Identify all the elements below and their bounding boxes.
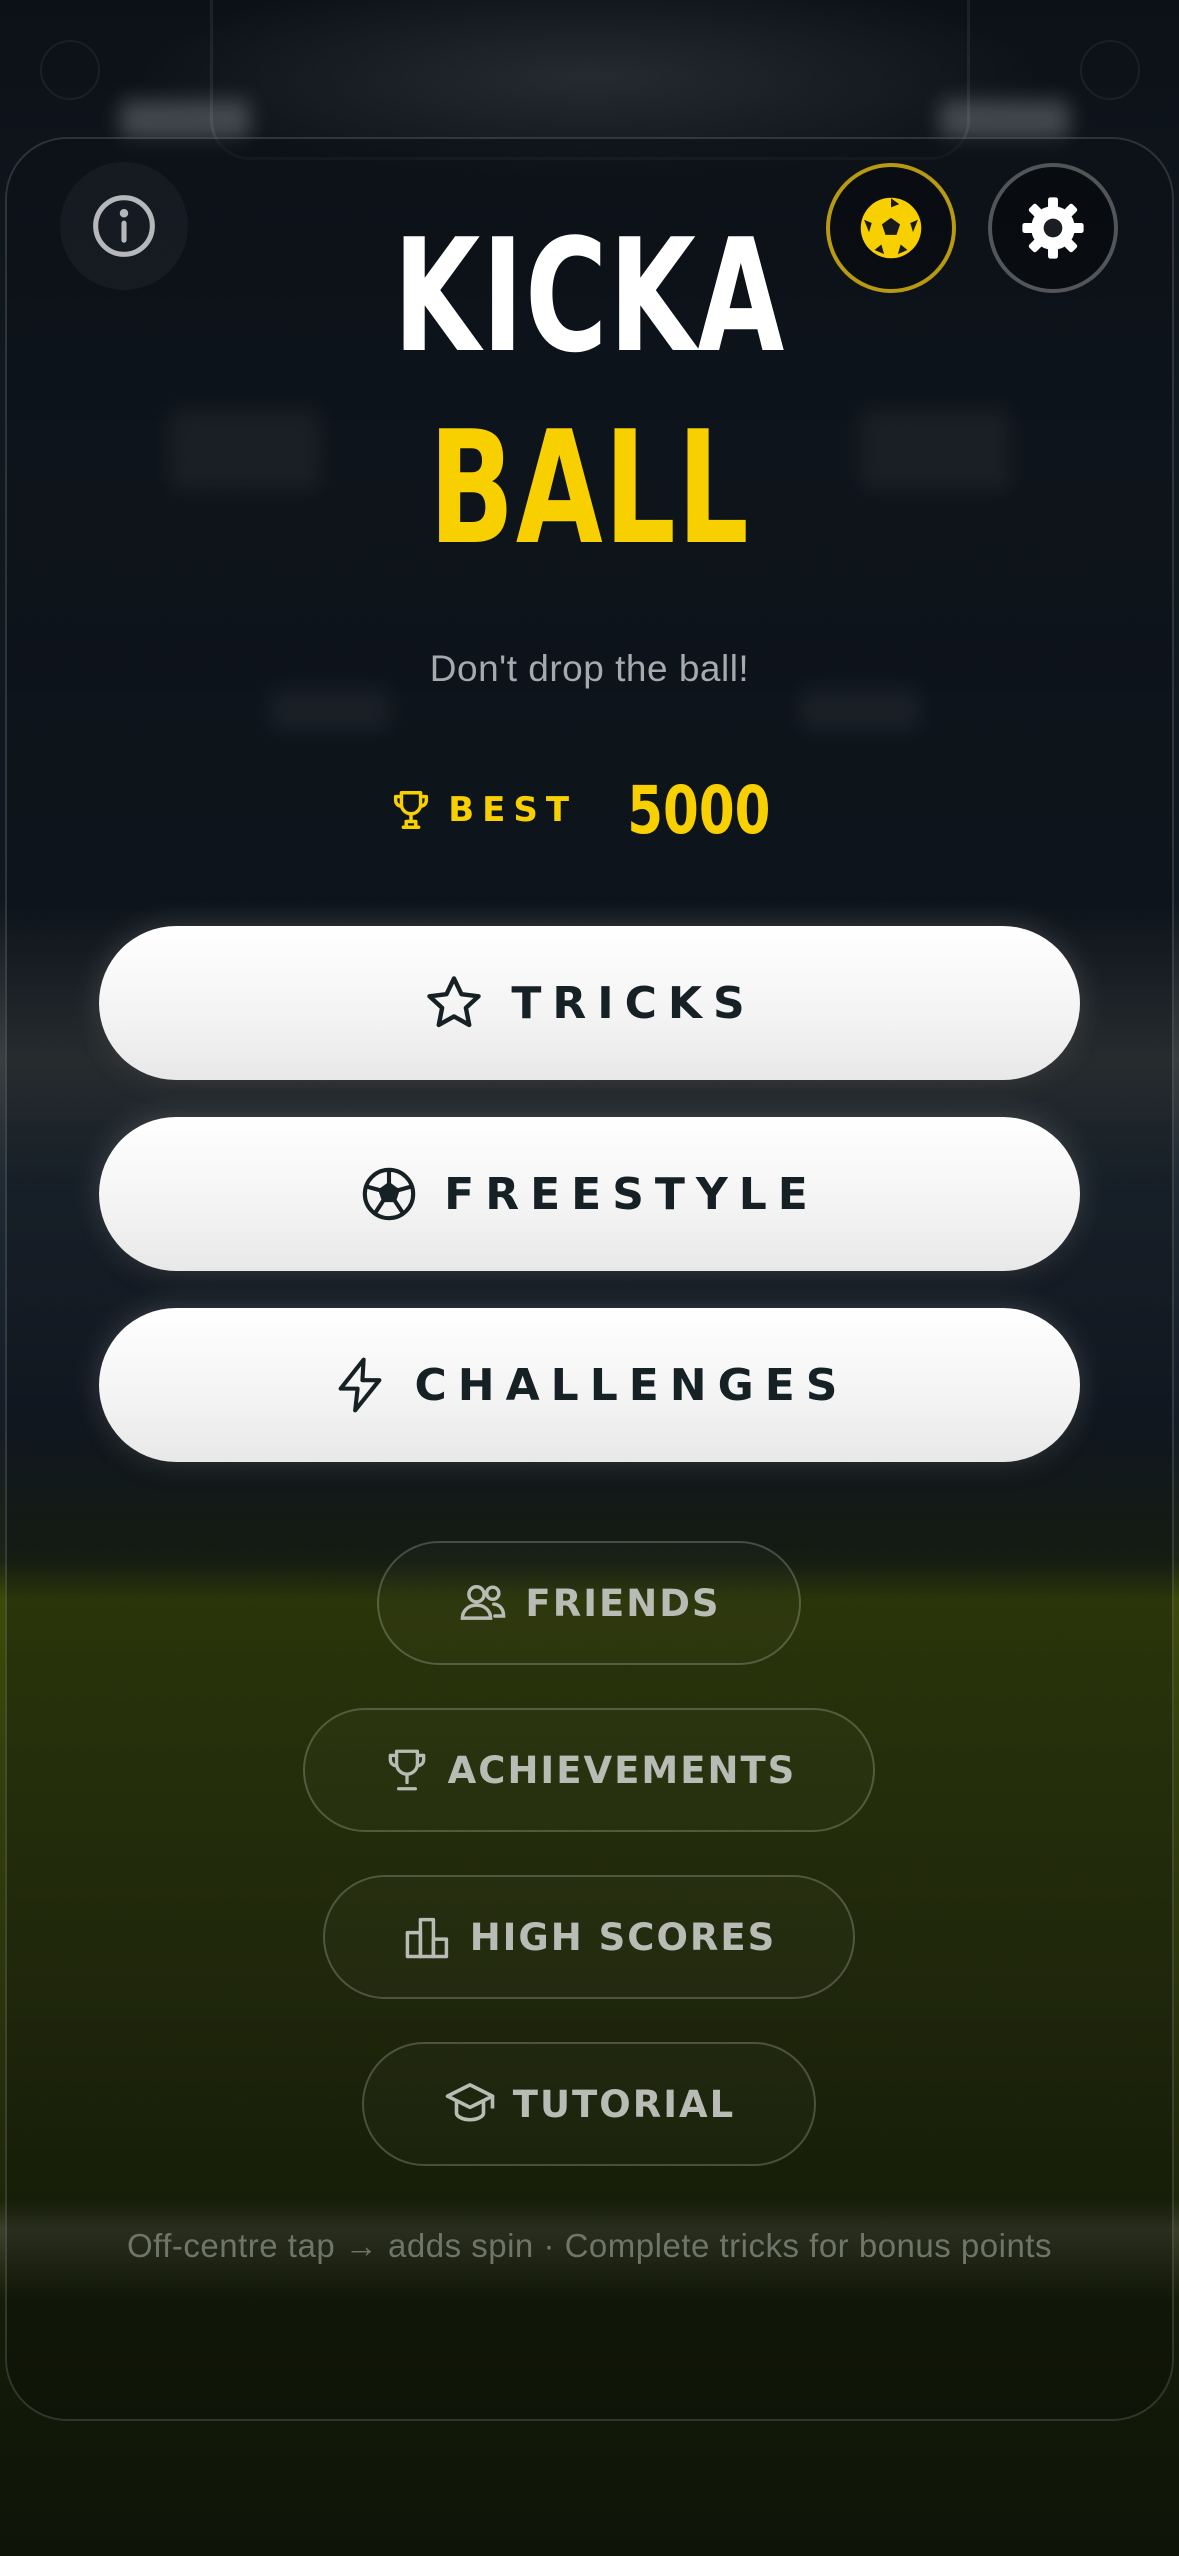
best-score-value: 5000 xyxy=(627,771,771,849)
game-title-line1: KICKA xyxy=(393,205,786,387)
friends-button[interactable]: FRIENDS xyxy=(377,1541,801,1665)
stadium-roof-ring xyxy=(40,40,100,100)
trophy-icon xyxy=(394,791,429,829)
freestyle-button[interactable]: FREESTYLE xyxy=(99,1117,1080,1271)
soccer-ball-icon xyxy=(362,1167,416,1221)
achievements-button[interactable]: ACHIEVEMENTS xyxy=(303,1708,875,1832)
high-scores-button[interactable]: HIGH SCORES xyxy=(323,1875,855,1999)
bar-chart-icon xyxy=(405,1917,448,1959)
stadium-roof-arch xyxy=(210,0,970,160)
star-icon xyxy=(427,976,482,1028)
challenges-button[interactable]: CHALLENGES xyxy=(99,1308,1080,1462)
info-circle-icon xyxy=(93,195,155,257)
friends-label: FRIENDS xyxy=(525,1581,721,1625)
lightning-icon xyxy=(338,1357,381,1413)
freestyle-label: FREESTYLE xyxy=(444,1168,819,1220)
best-score: BEST 5000 xyxy=(0,770,1179,850)
gear-icon xyxy=(1022,197,1084,259)
best-label: BEST xyxy=(448,790,578,830)
graduation-cap-icon xyxy=(445,2083,495,2122)
users-icon xyxy=(461,1585,506,1620)
trophy-icon xyxy=(388,1749,426,1791)
high-scores-label: HIGH SCORES xyxy=(469,1915,777,1959)
tutorial-label: TUTORIAL xyxy=(512,2082,736,2126)
challenges-label: CHALLENGES xyxy=(414,1359,849,1411)
gameplay-hint: Off-centre tap → adds spin · Complete tr… xyxy=(127,2227,1052,2264)
stadium-roof-ring xyxy=(1080,40,1140,100)
tutorial-button[interactable]: TUTORIAL xyxy=(362,2042,816,2166)
tricks-label: TRICKS xyxy=(511,977,756,1029)
achievements-label: ACHIEVEMENTS xyxy=(447,1748,797,1792)
tricks-button[interactable]: TRICKS xyxy=(99,926,1080,1080)
floodlight xyxy=(940,100,1070,140)
game-title-line2: BALL xyxy=(428,397,751,579)
floodlight xyxy=(120,100,250,140)
tagline: Don't drop the ball! xyxy=(429,648,750,689)
